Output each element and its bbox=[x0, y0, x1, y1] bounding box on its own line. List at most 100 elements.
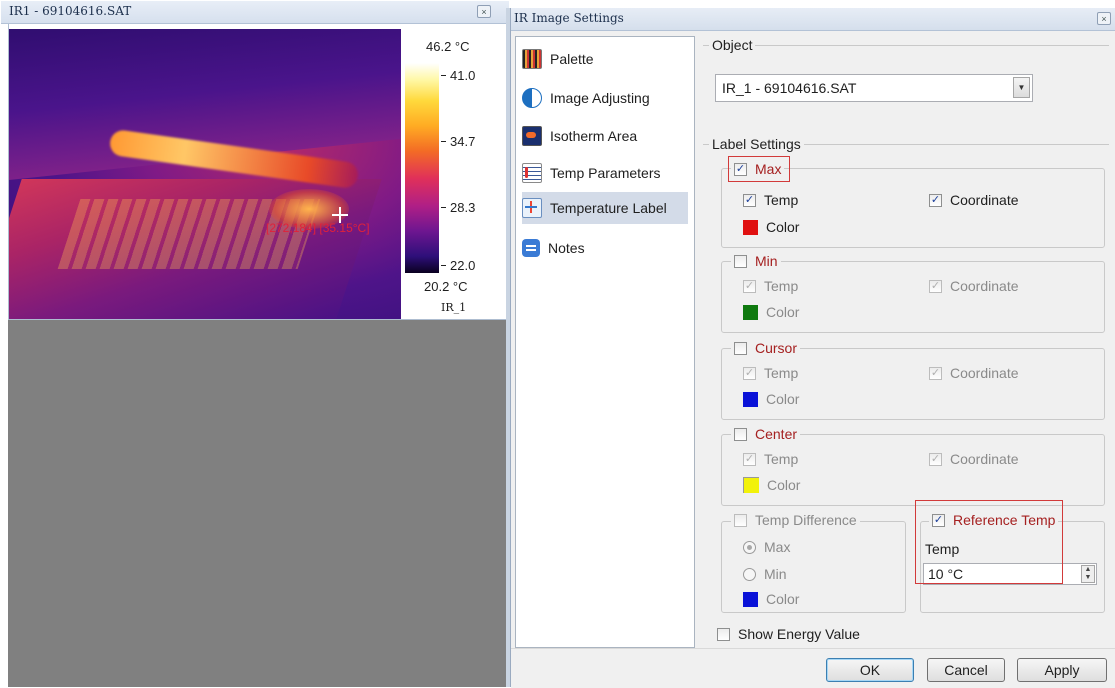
center-checkbox[interactable]: Center bbox=[731, 426, 801, 442]
checkbox-checked-icon: ✓ bbox=[743, 193, 756, 207]
min-color-picker[interactable]: Color bbox=[743, 304, 799, 320]
cursor-color-swatch[interactable] bbox=[743, 391, 758, 407]
nav-item-palette[interactable]: Palette bbox=[522, 43, 688, 75]
scale-tick bbox=[441, 265, 446, 266]
center-temp-label-text: Temp bbox=[764, 451, 799, 467]
max-temp-label: [272,184] [35.15°C] bbox=[266, 221, 370, 235]
cursor-temp-checkbox[interactable]: ✓ Temp bbox=[743, 365, 798, 381]
nav-item-label: Image Adjusting bbox=[550, 90, 650, 106]
temp-difference-checkbox[interactable]: Temp Difference bbox=[731, 512, 860, 528]
scale-tick-label: 22.0 bbox=[450, 258, 476, 273]
scale-tick bbox=[441, 207, 446, 208]
thermal-image[interactable]: [272,184] [35.15°C] bbox=[9, 29, 401, 319]
nav-item-temp-parameters[interactable]: Temp Parameters bbox=[522, 157, 688, 189]
nav-item-notes[interactable]: Notes bbox=[522, 232, 688, 264]
min-coordinate-checkbox[interactable]: ✓ Coordinate bbox=[929, 278, 1019, 294]
cursor-group bbox=[721, 348, 1105, 420]
ir-window-titlebar: IR1 - 69104616.SAT × bbox=[1, 1, 509, 24]
ir-image-settings-dialog: IR Image Settings × Palette Image Adjust… bbox=[510, 8, 1115, 688]
dialog-button-bar: OK Cancel Apply bbox=[511, 648, 1115, 688]
min-group bbox=[721, 261, 1105, 333]
temperature-label-content: Object IR_1 - 69104616.SAT ▼ Label Setti… bbox=[703, 36, 1111, 648]
checkbox-checked-icon: ✓ bbox=[929, 193, 942, 207]
spinner-icon[interactable]: ▲ ▼ bbox=[1081, 565, 1095, 583]
ir-window-title: IR1 - 69104616.SAT bbox=[9, 4, 132, 18]
scale-tick bbox=[441, 75, 446, 76]
object-select[interactable]: IR_1 - 69104616.SAT ▼ bbox=[715, 74, 1033, 102]
checkbox-unchecked-icon bbox=[734, 427, 747, 441]
object-legend: Object bbox=[709, 37, 756, 53]
nav-item-image-adjusting[interactable]: Image Adjusting bbox=[522, 82, 688, 114]
cancel-button[interactable]: Cancel bbox=[927, 658, 1005, 682]
min-temp-checkbox[interactable]: ✓ Temp bbox=[743, 278, 798, 294]
nav-item-label: Temperature Label bbox=[550, 200, 667, 216]
scale-max-value: 46.2 °C bbox=[426, 39, 470, 54]
apply-button[interactable]: Apply bbox=[1017, 658, 1107, 682]
scale-tick-label: 34.7 bbox=[450, 134, 476, 149]
center-color-label: Color bbox=[767, 477, 801, 493]
cursor-coordinate-checkbox[interactable]: ✓ Coordinate bbox=[929, 365, 1019, 381]
temp-difference-min-label: Min bbox=[764, 566, 787, 582]
notes-icon bbox=[522, 239, 540, 257]
settings-nav: Palette Image Adjusting Isotherm Area Te… bbox=[515, 36, 695, 648]
color-scale: 46.2 °C 41.0 34.7 28.3 22.0 20.2 °C IR_1 bbox=[401, 29, 507, 319]
max-color-picker[interactable]: Color bbox=[743, 219, 799, 235]
checkbox-checked-icon: ✓ bbox=[929, 366, 942, 380]
scale-min-value: 20.2 °C bbox=[424, 279, 468, 294]
temp-difference-max-label: Max bbox=[764, 539, 791, 555]
temp-difference-min-radio[interactable]: Min bbox=[743, 566, 787, 582]
palette-icon bbox=[522, 49, 542, 69]
contrast-icon bbox=[522, 88, 542, 108]
max-coordinate-checkbox[interactable]: ✓ Coordinate bbox=[929, 192, 1019, 208]
show-energy-checkbox[interactable]: Show Energy Value bbox=[717, 626, 860, 642]
cursor-label: Cursor bbox=[755, 340, 798, 356]
max-temp-label-text: Temp bbox=[764, 192, 799, 208]
min-checkbox[interactable]: Min bbox=[731, 253, 781, 269]
checkbox-unchecked-icon bbox=[734, 513, 747, 527]
chevron-down-icon[interactable]: ▼ bbox=[1013, 77, 1030, 98]
dialog-title: IR Image Settings bbox=[514, 11, 624, 25]
reference-temp-highlight-frame bbox=[915, 500, 1063, 584]
object-select-value: IR_1 - 69104616.SAT bbox=[722, 80, 857, 96]
nav-item-isotherm-area[interactable]: Isotherm Area bbox=[522, 120, 688, 152]
scale-tick-label: 41.0 bbox=[450, 68, 476, 83]
scale-tick bbox=[441, 141, 446, 142]
workspace-background bbox=[8, 320, 508, 687]
label-settings-legend: Label Settings bbox=[709, 136, 804, 152]
ir-window-close-icon[interactable]: × bbox=[477, 5, 491, 18]
nav-item-label: Isotherm Area bbox=[550, 128, 638, 144]
max-highlight-frame bbox=[728, 156, 790, 182]
ok-button[interactable]: OK bbox=[826, 658, 914, 682]
ir-image-window: IR1 - 69104616.SAT × [272,184] [35.15°C]… bbox=[1, 1, 509, 320]
center-color-picker[interactable]: Color bbox=[743, 477, 800, 493]
scale-tick-label: 28.3 bbox=[450, 200, 476, 215]
nav-item-label: Temp Parameters bbox=[550, 165, 661, 181]
checkbox-unchecked-icon bbox=[734, 254, 747, 268]
show-energy-label: Show Energy Value bbox=[738, 626, 860, 642]
nav-item-label: Notes bbox=[548, 240, 585, 256]
isotherm-icon bbox=[522, 126, 542, 146]
temp-difference-color-swatch[interactable] bbox=[743, 591, 758, 607]
temp-difference-color-picker[interactable]: Color bbox=[743, 591, 799, 607]
max-temp-checkbox[interactable]: ✓ Temp bbox=[743, 192, 798, 208]
dialog-close-icon[interactable]: × bbox=[1097, 12, 1111, 25]
center-coordinate-checkbox[interactable]: ✓ Coordinate bbox=[929, 451, 1019, 467]
center-color-swatch[interactable] bbox=[743, 477, 759, 493]
min-coordinate-label: Coordinate bbox=[950, 278, 1019, 294]
cursor-checkbox[interactable]: Cursor bbox=[731, 340, 801, 356]
cursor-color-label: Color bbox=[766, 391, 800, 407]
max-color-swatch[interactable] bbox=[743, 219, 758, 235]
checkbox-checked-icon: ✓ bbox=[743, 279, 756, 293]
checkbox-checked-icon: ✓ bbox=[743, 452, 756, 466]
checkbox-checked-icon: ✓ bbox=[743, 366, 756, 380]
min-color-swatch[interactable] bbox=[743, 304, 758, 320]
center-group bbox=[721, 434, 1105, 506]
min-color-label: Color bbox=[766, 304, 800, 320]
nav-item-temperature-label[interactable]: Temperature Label bbox=[522, 192, 688, 224]
checkbox-checked-icon: ✓ bbox=[929, 279, 942, 293]
color-scale-bar bbox=[405, 63, 439, 273]
radio-unselected-icon bbox=[743, 567, 756, 581]
center-temp-checkbox[interactable]: ✓ Temp bbox=[743, 451, 798, 467]
temp-difference-max-radio[interactable]: Max bbox=[743, 539, 790, 555]
cursor-color-picker[interactable]: Color bbox=[743, 391, 799, 407]
